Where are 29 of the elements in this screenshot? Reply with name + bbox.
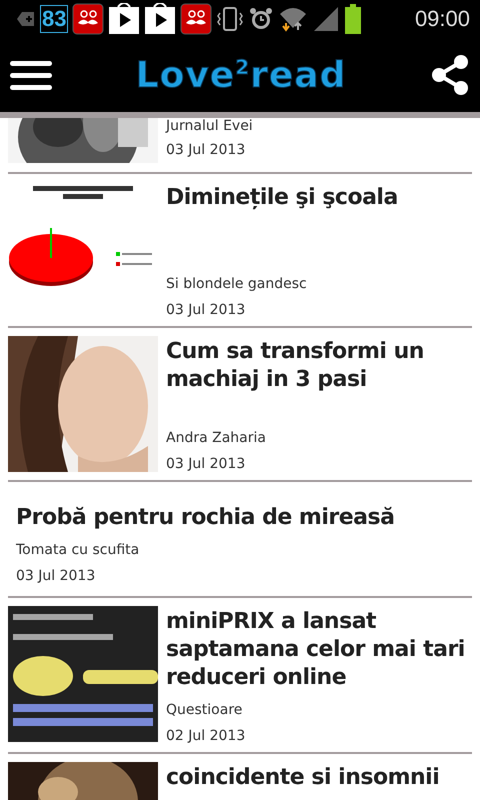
article-title[interactable]: miniPRIX a lansat saptamana celor mai tari reduceri online — [166, 608, 472, 692]
article-date: 02 Jul 2013 — [166, 728, 246, 744]
play-icon — [144, 3, 176, 35]
share-icon[interactable] — [430, 54, 470, 96]
article-source: Tomata cu scufita — [16, 542, 140, 558]
article-date: 03 Jul 2013 — [166, 302, 246, 318]
clock: 09:00 — [414, 6, 470, 32]
article-title[interactable]: Diminețile şi şcoala — [166, 184, 472, 212]
article-date: 03 Jul 2013 — [166, 142, 246, 158]
article-source: Questioare — [166, 702, 244, 718]
app-logo: Love$^{2}$read — [136, 54, 346, 96]
mustache-icon — [72, 3, 104, 35]
article-date: 03 Jul 2013 — [166, 456, 246, 472]
notification-icon — [16, 9, 36, 29]
article-source: Andra Zaharia — [166, 430, 267, 446]
article-title[interactable]: Cum sa transformi un machiaj in 3 pasi — [166, 338, 472, 394]
notification-count: 83 — [40, 5, 68, 33]
menu-icon[interactable] — [10, 59, 52, 91]
battery-icon — [344, 4, 362, 34]
article-source: Si blondele gandesc — [166, 276, 308, 292]
signal-icon — [312, 5, 340, 33]
vibrate-icon — [216, 5, 244, 33]
alarm-icon — [248, 6, 274, 32]
play-icon — [108, 3, 140, 35]
article-source: Jurnalul Evei — [166, 118, 254, 134]
article-title[interactable]: Probă pentru rochia de mireasă — [16, 504, 464, 532]
article-date: 03 Jul 2013 — [16, 568, 96, 584]
article-title[interactable]: coincidente si insomnii — [166, 764, 472, 792]
mustache-icon — [180, 3, 212, 35]
